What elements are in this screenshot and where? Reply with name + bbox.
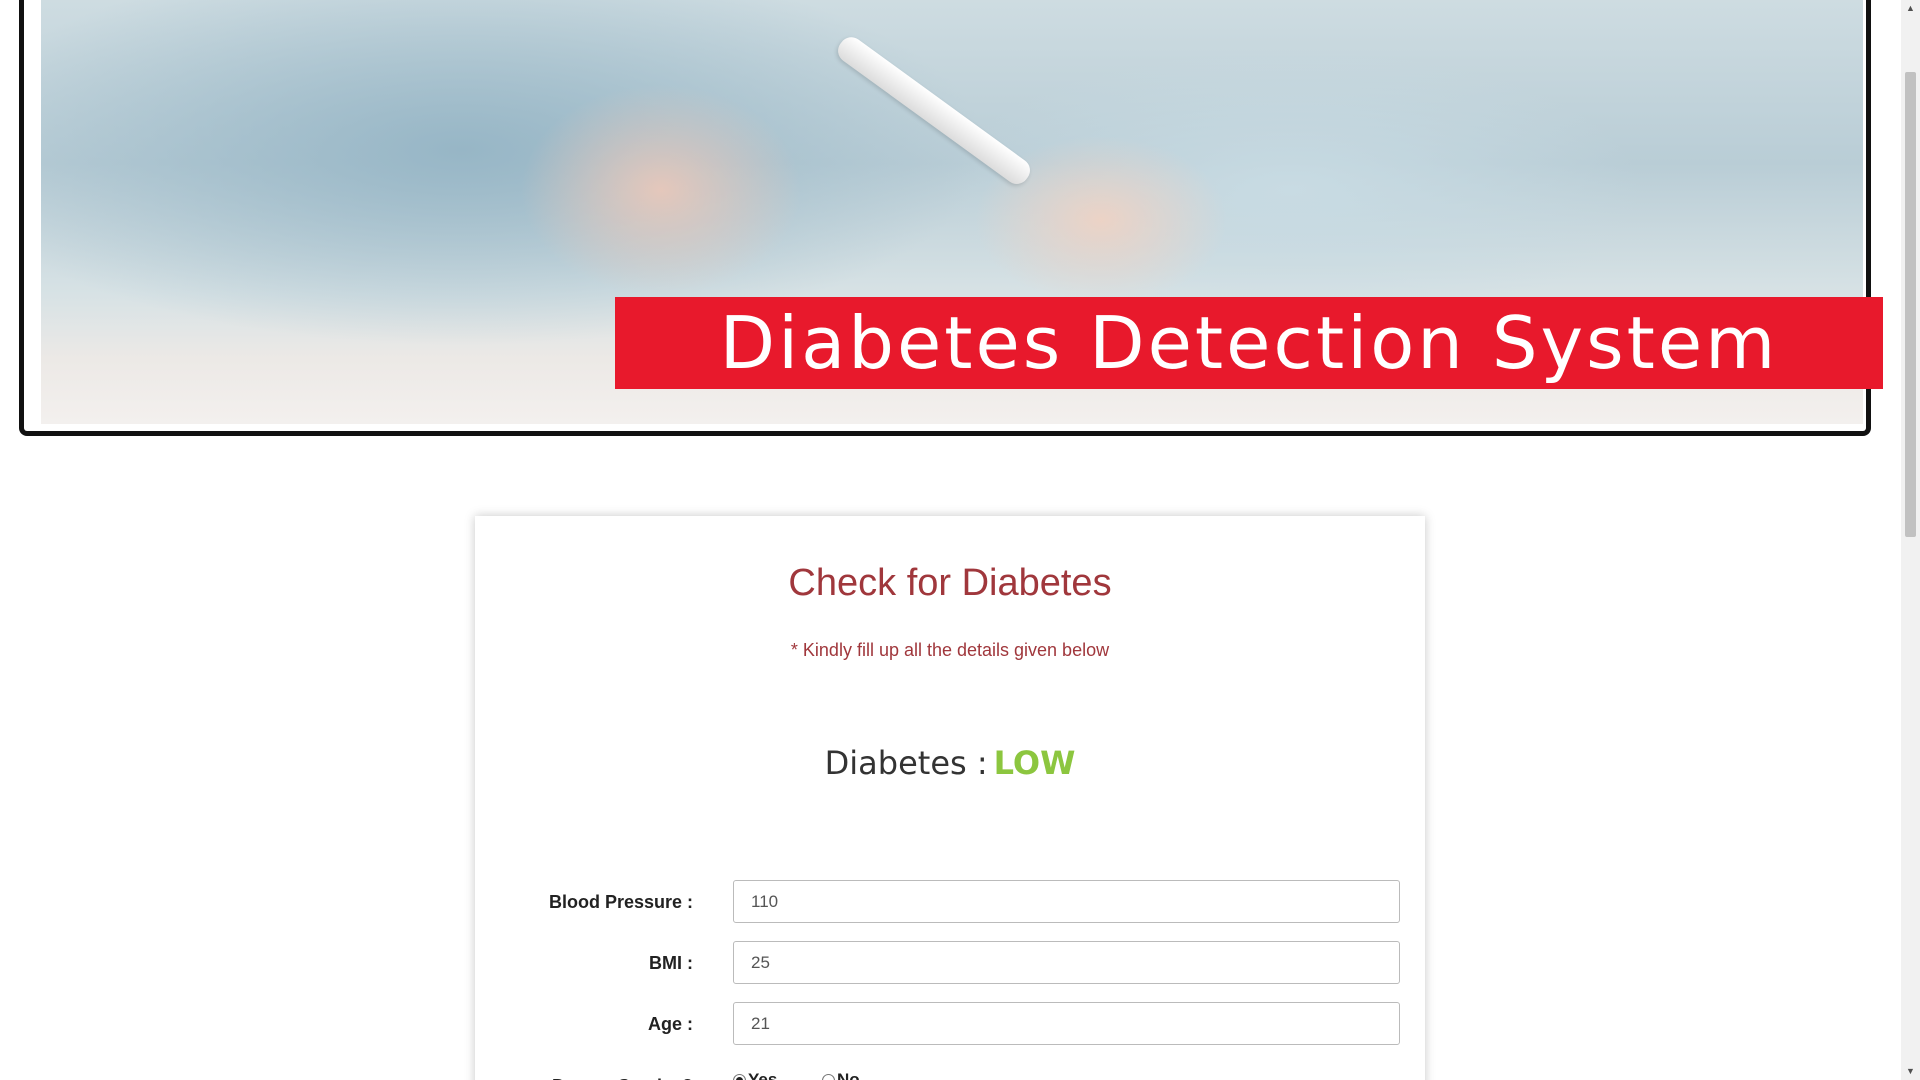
smoke-yes-label: Yes xyxy=(748,1070,778,1080)
page-viewport: Diabetes Detection System Check for Diab… xyxy=(0,0,1901,1080)
smoke-question-row: Do you Smoke ? Yes No xyxy=(475,1056,1425,1080)
header-banner: Diabetes Detection System xyxy=(19,0,1883,436)
banner-title: Diabetes Detection System xyxy=(719,301,1779,385)
banner-title-bar: Diabetes Detection System xyxy=(615,297,1883,389)
scroll-up-arrow-icon[interactable]: ▲ xyxy=(1901,0,1920,17)
bmi-label: BMI : xyxy=(649,953,693,973)
diabetes-form-card: Check for Diabetes * Kindly fill up all … xyxy=(475,516,1425,1080)
radio-no-icon[interactable] xyxy=(822,1073,835,1080)
blood-pressure-label: Blood Pressure : xyxy=(548,892,693,912)
scroll-down-arrow-icon[interactable]: ▼ xyxy=(1901,1063,1920,1080)
result-label: Diabetes : xyxy=(824,744,988,782)
age-label: Age : xyxy=(648,1014,693,1034)
age-input[interactable] xyxy=(733,1002,1400,1045)
smoke-yes-option[interactable]: Yes xyxy=(733,1070,777,1080)
form-subtitle: * Kindly fill up all the details given b… xyxy=(790,640,1110,660)
lancet-device-image xyxy=(833,32,1035,189)
smoke-no-label: No xyxy=(837,1070,860,1080)
bmi-input[interactable] xyxy=(733,941,1400,984)
smoke-no-option[interactable]: No xyxy=(822,1070,860,1080)
result-value: LOW xyxy=(993,744,1076,782)
radio-yes-icon[interactable] xyxy=(733,1073,746,1080)
bmi-row: BMI : xyxy=(475,941,1425,985)
form-title: Check for Diabetes xyxy=(788,562,1112,604)
blood-pressure-input[interactable] xyxy=(733,880,1400,923)
blood-pressure-row: Blood Pressure : xyxy=(475,880,1425,924)
vertical-scrollbar[interactable]: ▲ ▼ xyxy=(1901,0,1920,1080)
prediction-result: Diabetes : LOW xyxy=(475,744,1425,782)
scroll-thumb[interactable] xyxy=(1905,72,1916,537)
age-row: Age : xyxy=(475,1002,1425,1046)
smoke-question-label: Do you Smoke ? xyxy=(552,1064,693,1080)
